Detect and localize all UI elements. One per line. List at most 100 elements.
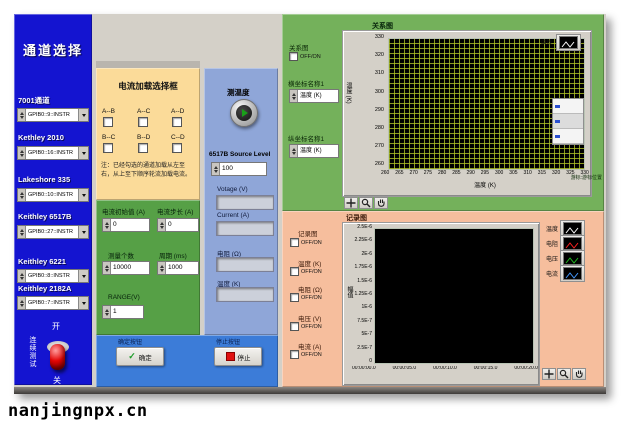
dropdown-arrow-icon[interactable] [78, 270, 88, 282]
period-spinner[interactable]: 1000 [157, 261, 199, 275]
range-spinner[interactable]: 1 [102, 305, 144, 319]
checkbox-icon[interactable] [290, 238, 299, 247]
x-axis-ring[interactable]: 温度 (K) [289, 89, 339, 103]
pan-tool-button[interactable] [572, 368, 586, 380]
legend-label: 电阻 [546, 239, 558, 248]
y-tick: 310 [375, 71, 384, 77]
channel-combo-7001[interactable]: GPIB0::9::INSTR [17, 108, 89, 122]
y-tick: 1.75E-6 [354, 265, 372, 270]
pair-a-b-checkbox[interactable] [103, 117, 113, 127]
spinner-arrows-icon[interactable] [158, 219, 166, 231]
x-tick: 295 [481, 171, 489, 176]
move-tool-button[interactable] [542, 368, 556, 380]
combo-value: GPIB0::9::INSTR [26, 109, 78, 121]
pair-a-d-checkbox[interactable] [172, 117, 182, 127]
pair-b-c-checkbox[interactable] [103, 143, 113, 153]
y-tick: 2.5E-6 [357, 225, 372, 230]
pair-label-a-c: A--C [137, 108, 150, 115]
y-tick: 0 [369, 359, 372, 364]
dropdown-arrow-icon[interactable] [78, 109, 88, 121]
zigzag-line-icon [563, 267, 582, 280]
spinner-arrows-icon[interactable] [18, 109, 26, 121]
pair-c-d-checkbox[interactable] [172, 143, 182, 153]
voltage-readout-label: Votage (V) [217, 186, 248, 193]
spin-value: 0 [111, 219, 149, 231]
record-switch-res[interactable]: OFF/ON [290, 293, 322, 302]
channel-label-2182a: Keithley 2182A [18, 284, 71, 293]
spinner-arrows-icon[interactable] [18, 189, 26, 201]
x-tick: 305 [509, 171, 517, 176]
relation-y-axis-label: 温度 (K) [344, 82, 353, 104]
spinner-arrows-icon[interactable] [103, 262, 111, 274]
orange-box-cap [96, 61, 200, 68]
spinner-arrows-icon[interactable] [103, 219, 111, 231]
source-level-spinner[interactable]: 100 [211, 162, 267, 176]
pair-label-b-c: B--C [102, 134, 115, 141]
stop-button[interactable]: 停止 [214, 347, 262, 366]
y-tick: 260 [375, 162, 384, 168]
checkbox-icon[interactable] [290, 322, 299, 331]
dropdown-arrow-icon[interactable] [78, 226, 88, 238]
y-axis-ring[interactable]: 温度 (K) [289, 144, 339, 158]
spinner-arrows-icon[interactable] [290, 90, 298, 102]
pair-b-d-checkbox[interactable] [138, 143, 148, 153]
y-tick: 300 [375, 90, 384, 96]
dropdown-arrow-icon[interactable] [78, 297, 88, 309]
checkbox-icon[interactable] [290, 267, 299, 276]
magnifier-icon [361, 198, 371, 208]
hand-icon [574, 369, 584, 379]
power-rocker-switch[interactable] [50, 344, 65, 370]
pair-a-c-checkbox[interactable] [138, 117, 148, 127]
run-button[interactable] [230, 99, 258, 127]
record-switch-record[interactable]: OFF/ON [290, 238, 322, 247]
channel-combo-2182a[interactable]: GPIB0::7::INSTR [17, 296, 89, 310]
spinner-arrows-icon[interactable] [158, 262, 166, 274]
dropdown-arrow-icon[interactable] [78, 189, 88, 201]
stop-caption: 停止按钮 [216, 337, 240, 346]
spin-value: 100 [220, 163, 266, 175]
spinner-arrows-icon[interactable] [103, 306, 111, 318]
spinner-arrows-icon[interactable] [18, 270, 26, 282]
record-switch-temp[interactable]: OFF/ON [290, 267, 322, 276]
record-switch-volt[interactable]: OFF/ON [290, 322, 322, 331]
legend-label: 电压 [546, 254, 558, 263]
current-init-spinner[interactable]: 0 [102, 218, 150, 232]
spinner-arrows-icon[interactable] [18, 147, 26, 159]
record-switch-curr[interactable]: OFF/ON [290, 350, 322, 359]
relation-onoff-switch[interactable]: OFF/ON [289, 52, 321, 61]
cursor-mark-icon [555, 120, 560, 123]
spinner-arrows-icon[interactable] [18, 226, 26, 238]
spin-value: 1000 [166, 262, 198, 274]
current-step-spinner[interactable]: 0 [157, 218, 199, 232]
channel-combo-2010[interactable]: GPIB0::16::INSTR [17, 146, 89, 160]
combo-value: GPIB0::7::INSTR [26, 297, 78, 309]
record-y-axis-label: 幅值 [345, 286, 354, 298]
spinner-arrows-icon[interactable] [212, 163, 220, 175]
pan-tool-button[interactable] [374, 197, 388, 209]
record-legend-curr[interactable]: 电流 [546, 265, 585, 282]
channel-combo-6221[interactable]: GPIB0::8::INSTR [17, 269, 89, 283]
onoff-text: OFF/ON [301, 352, 322, 358]
relation-legend-button[interactable] [556, 34, 581, 51]
zoom-tool-button[interactable] [557, 368, 571, 380]
dropdown-arrow-icon[interactable] [78, 147, 88, 159]
checkbox-icon[interactable] [290, 293, 299, 302]
measure-count-spinner[interactable]: 10000 [102, 261, 150, 275]
cursor-mark-icon [555, 105, 560, 108]
move-tool-button[interactable] [344, 197, 358, 209]
legend-button[interactable] [560, 265, 585, 282]
channel-label-335: Lakeshore 335 [18, 175, 70, 184]
y-tick: 2E-6 [361, 252, 372, 257]
record-plot-area[interactable] [374, 228, 534, 364]
switch-off-label: 关 [53, 375, 61, 386]
checkbox-icon[interactable] [290, 350, 299, 359]
zoom-tool-button[interactable] [359, 197, 373, 209]
hand-icon [376, 198, 386, 208]
channel-combo-6517b[interactable]: GPIB0::27::INSTR [17, 225, 89, 239]
spin-value: 1 [111, 306, 143, 318]
spinner-arrows-icon[interactable] [290, 145, 298, 157]
confirm-button[interactable]: ✓ 确定 [116, 347, 164, 366]
checkbox-icon[interactable] [289, 52, 298, 61]
spinner-arrows-icon[interactable] [18, 297, 26, 309]
channel-combo-335[interactable]: GPIB0::10::INSTR [17, 188, 89, 202]
